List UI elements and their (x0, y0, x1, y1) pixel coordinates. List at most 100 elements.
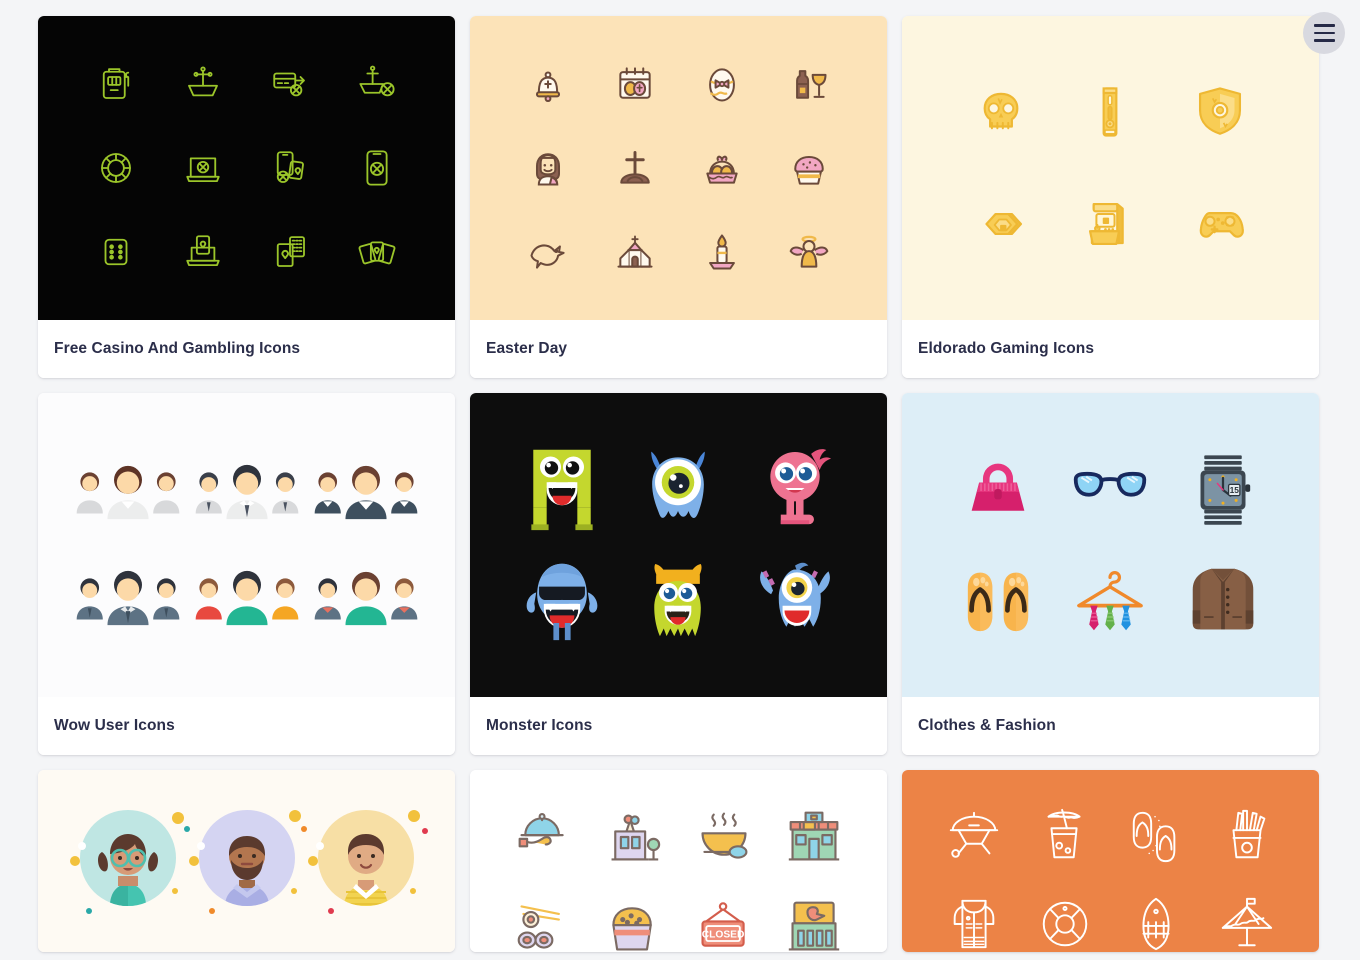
card-preview[interactable]: CLOSED (470, 770, 887, 952)
card-title: Free Casino And Gambling Icons (54, 340, 301, 357)
slot-machine-icon (102, 68, 129, 99)
card-preview[interactable] (902, 770, 1319, 952)
easter-egg-icon (709, 68, 736, 102)
bbq-grill-icon (949, 811, 998, 858)
card-title-bar: Clothes & Fashion (902, 697, 1319, 755)
card-clothes-and-fashion[interactable]: 15 Clothes & Fashion (902, 393, 1319, 755)
card-title: Clothes & Fashion (918, 717, 1056, 734)
card-preview[interactable]: 15 (902, 393, 1319, 697)
card-monster-icons[interactable]: Monster Icons (470, 393, 887, 755)
card-wow-user-icons[interactable]: Wow User Icons (38, 393, 455, 755)
hamburger-menu-button[interactable] (1303, 12, 1345, 54)
card-avatar-portraits[interactable] (38, 770, 455, 952)
credit-card-chip-icon (273, 72, 306, 97)
cross-grave-icon (620, 150, 650, 184)
closed-sign-icon: CLOSED (701, 902, 745, 947)
angel-icon (790, 235, 829, 268)
men-group-gray-icon (195, 464, 298, 520)
laptop-card-icon (186, 235, 220, 267)
casual-group-colorful-icon (195, 570, 298, 626)
card-easter-day[interactable]: Easter Day (470, 16, 887, 378)
beach-umbrella-icon (1222, 897, 1273, 947)
card-preview[interactable] (38, 770, 455, 952)
card-preview[interactable] (470, 16, 887, 320)
blue-sunglasses-monster-icon (526, 563, 598, 641)
domino-dice-icon (104, 238, 128, 266)
svg-text:CLOSED: CLOSED (701, 929, 744, 940)
wristwatch-icon: 15 (1200, 455, 1251, 525)
card-title: Eldorado Gaming Icons (918, 340, 1095, 357)
game-console-tower-icon (1103, 87, 1118, 137)
life-ring-icon (1042, 901, 1088, 947)
playing-cards-fan-icon (358, 241, 396, 265)
gold-shield-icon (1199, 87, 1242, 135)
ties-hanger-icon (1077, 571, 1144, 631)
soup-bowl-spoon-icon (701, 812, 748, 859)
flip-flops-outline-icon (1132, 811, 1176, 863)
suit-jacket-icon (1192, 568, 1254, 630)
card-title-bar: Wow User Icons (38, 697, 455, 755)
men-group-blue-icon (76, 570, 179, 626)
blue-cyclops-monster-icon (651, 451, 706, 519)
chicken-shop-icon (788, 901, 840, 951)
inflatable-boat-icon (1142, 897, 1170, 951)
pink-monster-icon (770, 449, 831, 525)
sushi-chopsticks-icon (517, 905, 561, 949)
church-bell-icon (535, 71, 560, 103)
easter-cupcake-icon (794, 155, 825, 185)
card-title: Monster Icons (486, 717, 593, 734)
life-vest-icon (953, 899, 994, 949)
card-summer-beach-icons[interactable] (902, 770, 1319, 952)
card-preview[interactable] (38, 16, 455, 320)
poker-chip-icon (100, 153, 131, 183)
card-free-casino-and-gambling-icons[interactable]: Free Casino And Gambling Icons (38, 16, 455, 378)
card-eldorado-gaming-icons[interactable]: Eldorado Gaming Icons (902, 16, 1319, 378)
gold-skull-icon (983, 92, 1019, 130)
gamepad-icon (1199, 212, 1245, 238)
card-preview[interactable] (470, 393, 887, 697)
roulette-table-chip-icon (359, 65, 395, 97)
mixed-group-icon (314, 571, 417, 626)
svg-text:15: 15 (1229, 485, 1239, 495)
yellow-horned-monster-icon (654, 563, 703, 637)
french-fries-icon (1232, 809, 1266, 859)
card-title-bar: Monster Icons (470, 697, 887, 755)
handbag-icon (971, 463, 1025, 511)
hamburger-bar-2 (1313, 31, 1335, 35)
phone-cards-chip-icon (276, 151, 305, 183)
church-icon (617, 235, 653, 268)
women-group-navy-icon (314, 465, 417, 520)
wine-bottle-goblet-icon (796, 70, 827, 99)
hamburger-bar-1 (1313, 24, 1335, 27)
girl-glasses-avatar-icon (69, 810, 190, 914)
bearded-man-avatar-icon (188, 810, 307, 914)
card-title-bar: Easter Day (470, 320, 887, 378)
serving-cloche-icon (518, 812, 564, 848)
roulette-table-icon (187, 66, 218, 97)
card-title: Easter Day (486, 340, 568, 357)
card-food-restaurant-icons[interactable]: CLOSED (470, 770, 887, 952)
card-grid: Free Casino And Gambling Icons Easter Da… (38, 16, 1322, 952)
blue-horned-monster-icon (759, 562, 830, 627)
dove-icon (530, 244, 565, 269)
flip-flops-icon (967, 572, 1029, 632)
candle-icon (709, 234, 736, 270)
phone-chip-icon (366, 150, 388, 186)
gold-coin-icon (985, 212, 1022, 236)
laptop-chip-icon (186, 157, 220, 183)
ice-cream-shop-icon (611, 814, 661, 861)
easter-basket-icon (706, 155, 738, 184)
easter-calendar-icon (619, 67, 651, 99)
women-group-gray-icon (76, 465, 179, 520)
hamburger-bar-3 (1313, 39, 1335, 42)
card-preview[interactable] (902, 16, 1319, 320)
cocktail-umbrella-icon (1047, 808, 1081, 859)
jesus-icon (535, 153, 560, 186)
card-preview[interactable] (38, 393, 455, 697)
young-man-avatar-icon (307, 810, 428, 914)
restaurant-building-icon (788, 811, 840, 861)
muffin-icon (612, 907, 653, 951)
card-title: Wow User Icons (54, 717, 175, 734)
green-square-monster-icon (531, 449, 593, 531)
sunglasses-icon (1074, 471, 1147, 497)
